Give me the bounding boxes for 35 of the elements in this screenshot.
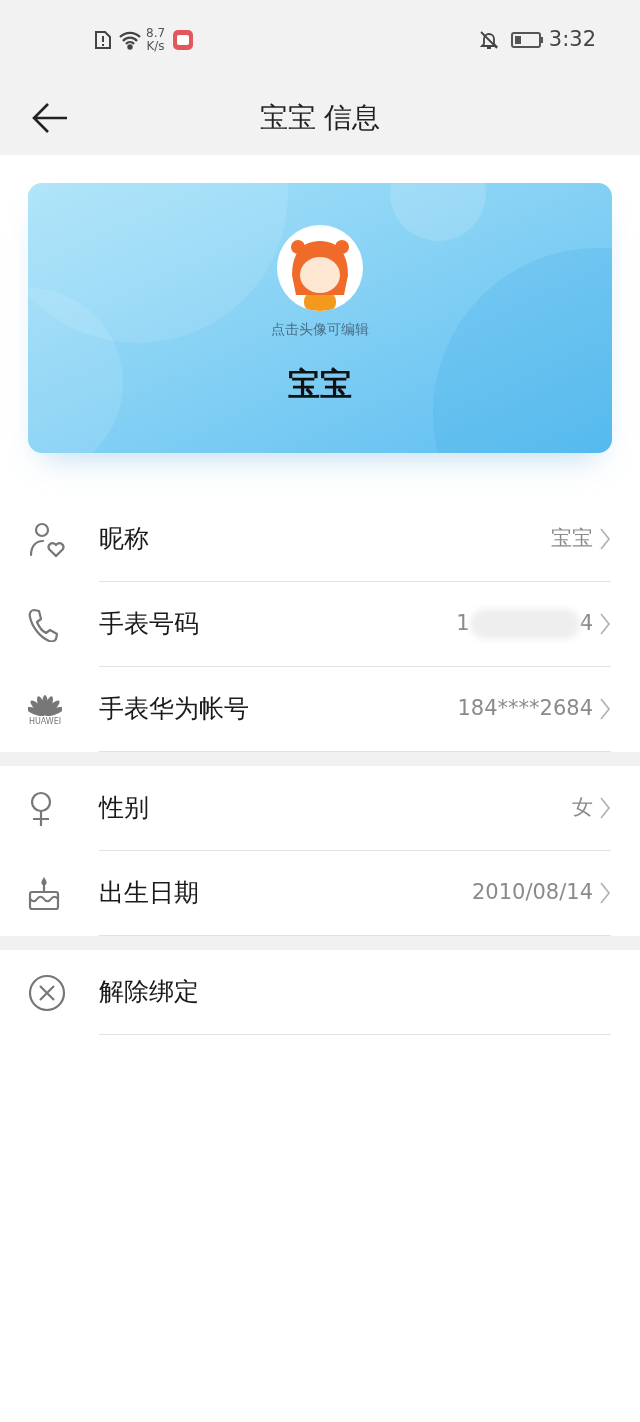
row-value: 4	[579, 610, 593, 638]
row-value: 184****2684	[457, 695, 593, 723]
row-value: 1	[456, 610, 470, 638]
network-speed-unit: K/s	[146, 40, 165, 53]
sim-alert-icon	[94, 30, 112, 50]
phone-icon	[28, 607, 58, 642]
row-label: 昵称	[99, 523, 150, 556]
battery-icon	[510, 32, 543, 48]
app-notification-icon	[173, 30, 194, 50]
back-arrow-icon	[31, 101, 69, 134]
row-label: 性别	[99, 792, 150, 825]
row-label: 手表号码	[99, 608, 200, 641]
cake-icon	[28, 876, 60, 911]
page-title: 宝宝 信息	[259, 99, 381, 136]
cartoon-child-icon	[288, 237, 352, 311]
close-circle-icon	[28, 973, 66, 1012]
network-speed: 8.7	[146, 27, 166, 40]
chevron-right-icon	[599, 527, 611, 551]
chevron-right-icon	[599, 697, 611, 721]
chevron-right-icon	[599, 612, 611, 636]
wifi-icon	[118, 30, 142, 50]
profile-name: 宝宝	[288, 364, 352, 405]
female-symbol-icon	[28, 790, 54, 827]
row-value: 女	[572, 794, 593, 822]
row-value: 宝宝	[551, 525, 593, 553]
row-label: 解除绑定	[99, 976, 200, 1009]
chevron-right-icon	[599, 796, 611, 820]
row-label: 出生日期	[99, 877, 200, 910]
bell-off-icon	[478, 30, 499, 50]
clock: 3:32	[548, 26, 596, 54]
row-value: 2010/08/14	[471, 879, 593, 907]
avatar-edit-hint: 点击头像可编辑	[271, 320, 369, 339]
person-heart-icon	[28, 520, 66, 559]
row-label: 手表华为帐号	[99, 693, 250, 726]
chevron-right-icon	[599, 881, 611, 905]
